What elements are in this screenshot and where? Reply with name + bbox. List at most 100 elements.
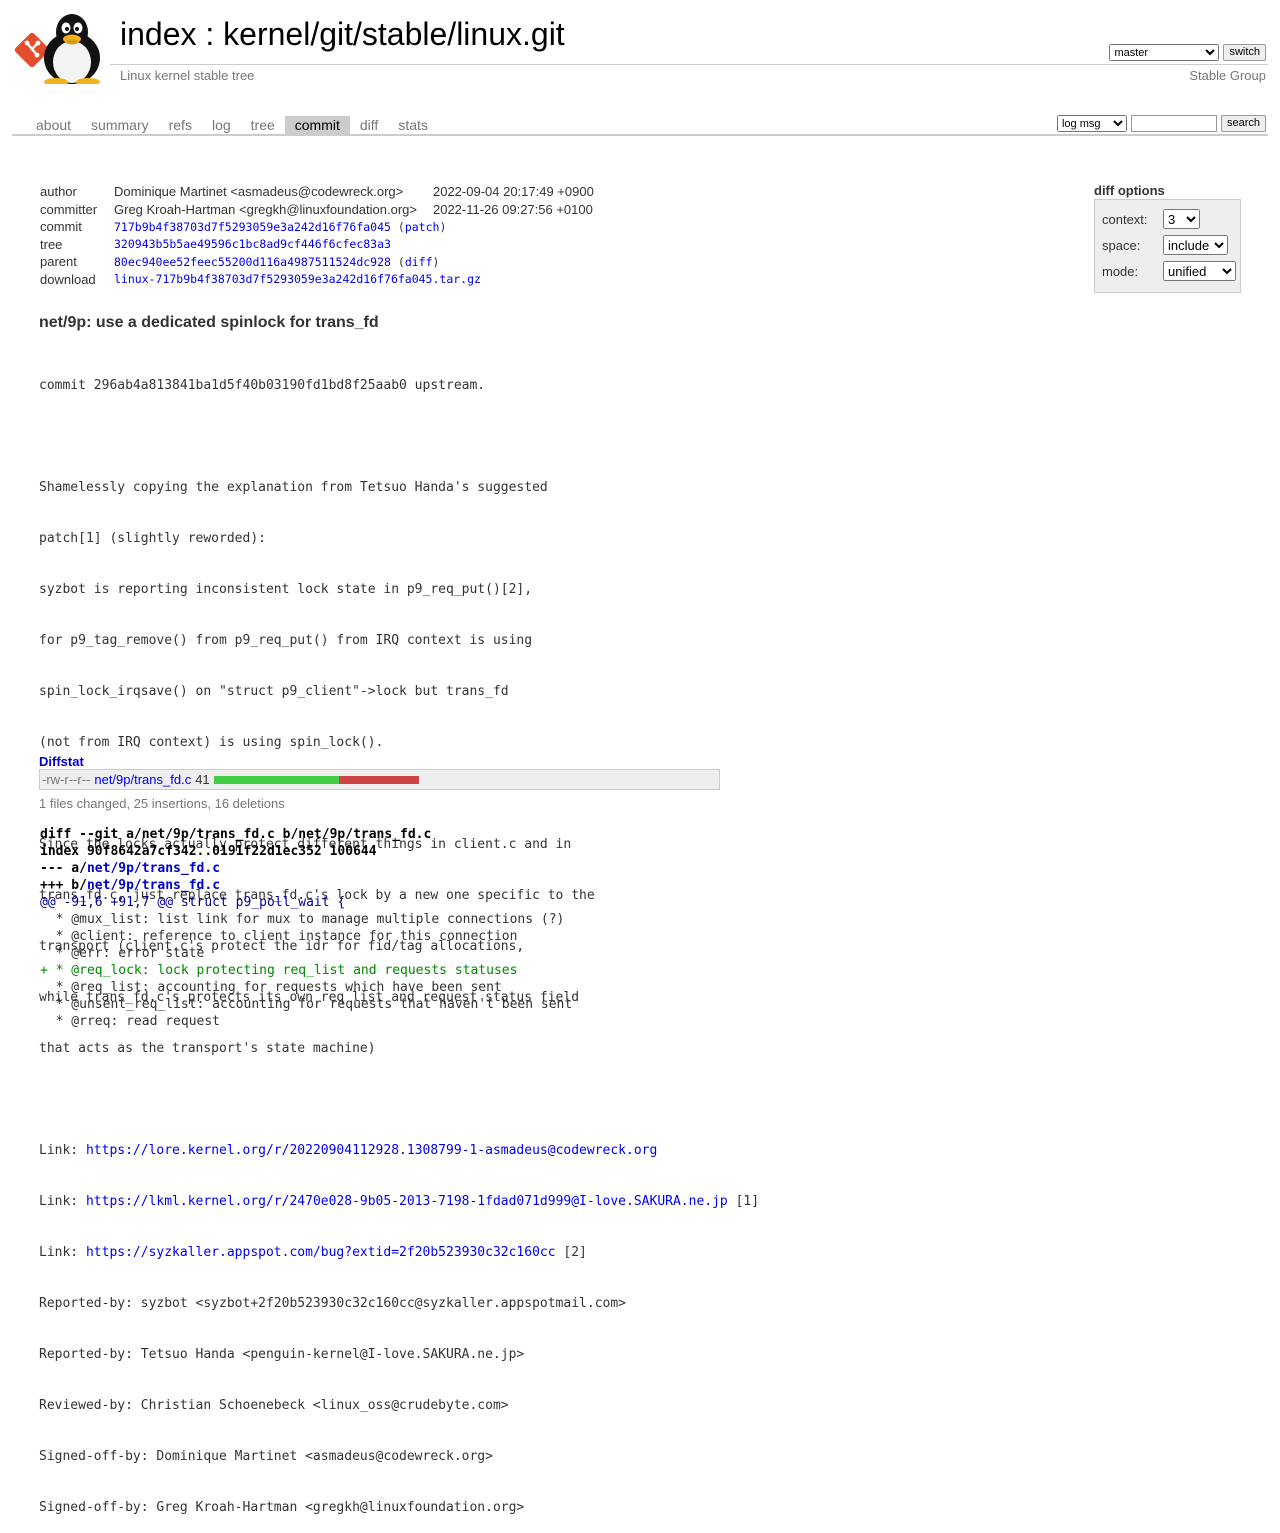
- switch-button[interactable]: switch: [1223, 44, 1266, 61]
- tree-label: tree: [40, 236, 63, 252]
- message-line: patch[1] (slightly reworded):: [39, 531, 266, 546]
- commit-label: commit: [40, 219, 82, 235]
- search-input[interactable]: [1130, 115, 1217, 132]
- diff-index-line: index 90f8642a7cf342..0191f22d1ec352 100…: [40, 844, 377, 859]
- file-mode: -rw-r--r--: [42, 772, 91, 787]
- context-select[interactable]: 3: [1163, 209, 1200, 229]
- message-line: (not from IRQ context) is using spin_loc…: [39, 735, 384, 750]
- diffstat-table: -rw-r--r-- net/9p/trans_fd.c 41: [39, 769, 720, 790]
- tab-diff[interactable]: diff: [350, 116, 388, 134]
- lore-link[interactable]: https://lore.kernel.org/r/20220904112928…: [86, 1143, 657, 1158]
- cgit-logo-icon[interactable]: [14, 12, 110, 84]
- branch-switch-form: master switch: [1109, 44, 1266, 61]
- tab-refs[interactable]: refs: [159, 116, 202, 134]
- committer-row: committer Greg Kroah-Hartman <gregkh@lin…: [36, 201, 598, 219]
- diff-context-line: * @rreq: read request: [40, 1014, 221, 1029]
- diff-context-line: * @err: error state: [40, 946, 205, 961]
- commit-row: commit 717b9b4f38703d7f5293059e3a242d16f…: [36, 218, 598, 236]
- trailer-line: Reviewed-by: Christian Schoenebeck <linu…: [39, 1398, 509, 1413]
- diff-added-line: + * @req_lock: lock protecting req_list …: [40, 963, 518, 978]
- trailer-line: Reported-by: Tetsuo Handa <penguin-kerne…: [39, 1347, 525, 1362]
- parent-sha-link[interactable]: 80ec940ee52feec55200d116a4987511524dc928: [114, 255, 391, 269]
- header-divider: [110, 64, 1268, 65]
- download-cell: linux-717b9b4f38703d7f5293059e3a242d16f7…: [110, 271, 598, 289]
- patch-link[interactable]: patch: [405, 220, 440, 234]
- committer-value: Greg Kroah-Hartman <gregkh@linuxfoundati…: [114, 201, 417, 217]
- trailer-line: Signed-off-by: Dominique Martinet <asmad…: [39, 1449, 493, 1464]
- commit-sha-cell: 717b9b4f38703d7f5293059e3a242d16f76fa045…: [114, 219, 447, 234]
- branch-select[interactable]: master: [1109, 44, 1220, 61]
- tree-sha-link[interactable]: 320943b5b5ae49596c1bc8ad9cf446f6cfec83a3: [114, 237, 391, 251]
- search-mode-select[interactable]: log msg: [1056, 115, 1127, 132]
- diffstat-change-count: 41: [195, 772, 210, 787]
- author-date: 2022-09-04 20:17:49 +0900: [432, 184, 594, 200]
- download-link[interactable]: linux-717b9b4f38703d7f5293059e3a242d16f7…: [114, 272, 481, 286]
- link-prefix: Link:: [39, 1143, 86, 1158]
- download-label: download: [40, 271, 96, 287]
- space-select[interactable]: include: [1163, 235, 1228, 255]
- tab-stats[interactable]: stats: [388, 116, 438, 134]
- message-line: for p9_tag_remove() from p9_req_put() fr…: [39, 633, 533, 648]
- mode-label: mode:: [1102, 263, 1139, 279]
- tree-sha-cell: 320943b5b5ae49596c1bc8ad9cf446f6cfec83a3: [110, 236, 598, 254]
- old-file-link[interactable]: net/9p/trans_fd.c: [87, 861, 220, 876]
- page-title: index : kernel/git/stable/linux.git: [120, 16, 565, 53]
- parent-label: parent: [40, 254, 77, 270]
- old-prefix: --- a/: [40, 861, 87, 876]
- commit-info-table: author Dominique Martinet <asmadeus@code…: [36, 183, 598, 288]
- parent-sha-cell: 80ec940ee52feec55200d116a4987511524dc928…: [114, 254, 440, 269]
- space-label: space:: [1102, 237, 1141, 253]
- link-prefix: Link:: [39, 1194, 86, 1209]
- mode-select[interactable]: unified: [1163, 261, 1236, 281]
- new-file-link[interactable]: net/9p/trans_fd.c: [87, 878, 220, 893]
- lkml-link[interactable]: https://lkml.kernel.org/r/2470e028-9b05-…: [86, 1194, 728, 1209]
- tab-log[interactable]: log: [202, 116, 241, 134]
- author-label: author: [40, 184, 77, 200]
- new-prefix: +++ b/: [40, 878, 87, 893]
- diff-old-file-line: --- a/net/9p/trans_fd.c: [40, 860, 572, 877]
- search-button[interactable]: search: [1220, 115, 1266, 132]
- index-link[interactable]: index: [120, 16, 197, 52]
- search-form: log msg search: [1056, 115, 1266, 132]
- diff-options-box: context: 3 space: include mode: unified: [1094, 199, 1241, 293]
- title-separator: :: [196, 16, 224, 52]
- insertions-bar: [213, 775, 339, 784]
- context-label: context:: [1102, 211, 1148, 227]
- diff-new-file-line: +++ b/net/9p/trans_fd.c: [40, 877, 572, 894]
- hunk-header: @@ -91,6 +91,7 @@ struct p9_poll_wait {: [40, 895, 346, 910]
- diffstat-file-link[interactable]: net/9p/trans_fd.c: [94, 772, 191, 787]
- header: index : kernel/git/stable/linux.git Linu…: [0, 0, 1280, 90]
- tree-row: tree 320943b5b5ae49596c1bc8ad9cf446f6cfe…: [36, 236, 598, 254]
- committer-label: committer: [40, 201, 98, 217]
- tab-tree[interactable]: tree: [241, 116, 285, 134]
- message-line: [39, 1091, 759, 1108]
- link-line: Link: https://lkml.kernel.org/r/2470e028…: [39, 1193, 759, 1210]
- commit-subject: net/9p: use a dedicated spinlock for tra…: [39, 314, 379, 331]
- parent-diff-link[interactable]: diff: [405, 255, 433, 269]
- trailer-line: Signed-off-by: Greg Kroah-Hartman <gregk…: [39, 1500, 525, 1515]
- committer-date: 2022-11-26 09:27:56 +0100: [432, 201, 593, 217]
- diffstat-header-link[interactable]: Diffstat: [39, 754, 84, 769]
- tab-about[interactable]: about: [26, 116, 81, 134]
- repo-link[interactable]: kernel/git/stable/linux.git: [223, 16, 565, 52]
- trailer-line: Reported-by: syzbot <syzbot+2f20b523930c…: [39, 1296, 626, 1311]
- link-line: Link: https://syzkaller.appspot.com/bug?…: [39, 1244, 759, 1261]
- tab-commit[interactable]: commit: [284, 116, 350, 134]
- diff-options-panel: diff options context: 3 space: include m…: [1094, 183, 1241, 293]
- link-suffix: [2]: [555, 1245, 587, 1260]
- author-row: author Dominique Martinet <asmadeus@code…: [36, 183, 598, 201]
- tab-summary[interactable]: summary: [81, 116, 159, 134]
- link-prefix: Link:: [39, 1245, 86, 1260]
- diff-context-line: * @mux_list: list link for mux to manage…: [40, 912, 565, 927]
- diff-git-line: diff --git a/net/9p/trans_fd.c b/net/9p/…: [40, 827, 432, 842]
- diff-view: diff --git a/net/9p/trans_fd.c b/net/9p/…: [40, 826, 572, 1030]
- space-option-row: space: include: [1102, 235, 1228, 255]
- commit-sha-link[interactable]: 717b9b4f38703d7f5293059e3a242d16f76fa045: [114, 220, 391, 234]
- download-row: download linux-717b9b4f38703d7f5293059e3…: [36, 271, 598, 289]
- syzkaller-link[interactable]: https://syzkaller.appspot.com/bug?extid=…: [86, 1245, 556, 1260]
- tab-bar: about summary refs log tree commit diff …: [0, 90, 1280, 136]
- diff-context-line: * @client: reference to client instance …: [40, 929, 518, 944]
- link-suffix: [1]: [727, 1194, 760, 1209]
- message-line: syzbot is reporting inconsistent lock st…: [39, 582, 533, 597]
- parent-row: parent 80ec940ee52feec55200d116a49875115…: [36, 253, 598, 271]
